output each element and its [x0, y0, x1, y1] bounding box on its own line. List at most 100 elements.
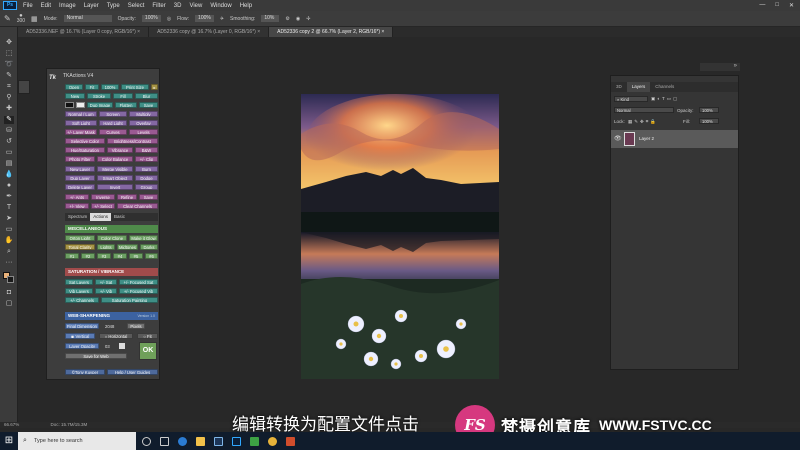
doc-tab-3[interactable]: AD52336 copy 2 @ 66.7% (Layer 2, RGB/16*… [269, 27, 394, 37]
dodge-tool-icon[interactable]: ● [4, 182, 14, 190]
quick-select-tool-icon[interactable]: ✎ [4, 72, 14, 80]
tk-screen-button[interactable]: Screen [99, 111, 127, 117]
tk-hue-saturation-button[interactable]: Hue/Saturation [65, 147, 105, 153]
clone-stamp-tool-icon[interactable]: ⛁ [4, 127, 14, 135]
tk-black-swatch[interactable] [65, 102, 74, 108]
menu-filter[interactable]: Filter [148, 3, 169, 9]
doc-tab-2[interactable]: AD52336 copy @ 16.7% (Layer 0, RGB/16*) … [149, 27, 270, 37]
close-button[interactable]: ✕ [789, 2, 794, 9]
tk-layer-opacity-value[interactable]: 03 [105, 344, 110, 349]
tk-bw-button[interactable]: B&W [135, 147, 158, 153]
tk-flatten-button[interactable]: Flatten [115, 102, 137, 108]
tk-focused-vib-button[interactable]: +/- Focused Vib [119, 288, 158, 294]
lightroom-icon[interactable] [210, 432, 226, 450]
tk-fit-radio[interactable]: ○ Fit [137, 333, 158, 339]
crop-tool-icon[interactable]: ⌗ [4, 83, 14, 91]
tk-lights-button[interactable]: Lights [97, 244, 115, 250]
tab-3d[interactable]: 3D [611, 82, 627, 92]
tk-smart-object-button[interactable]: Smart Object [97, 175, 133, 181]
tk-ants-button[interactable]: +/- Ants [65, 194, 89, 200]
tk-open-button[interactable]: Open [65, 84, 83, 90]
tk-pixels-button[interactable]: Pixels [127, 323, 145, 329]
tk-fit-button[interactable]: Fit [85, 84, 99, 90]
flow-input[interactable]: 100% [195, 15, 214, 22]
pressure-opacity-icon[interactable]: ◎ [167, 16, 171, 22]
tk-tab-actions[interactable]: Actions [90, 213, 112, 221]
tk-clear-channels-button[interactable]: Clear Channels [117, 203, 158, 209]
tk-hard-light-button[interactable]: Hard Light [99, 120, 127, 126]
layer-opacity-input[interactable]: 100% [699, 107, 719, 113]
tk-preset-5-button[interactable]: #5 [129, 253, 143, 259]
tk-color-balance-button[interactable]: Color Balance [97, 156, 133, 162]
tk-group-button[interactable]: Group [135, 184, 158, 190]
tk-stroke-button[interactable]: Stroke [87, 93, 111, 99]
tk-100-button[interactable]: 100% [101, 84, 119, 90]
tk-layer-mask-button[interactable]: +/- Layer Mask [65, 129, 97, 135]
tk-tab-basic[interactable]: Basic [111, 213, 128, 221]
file-explorer-icon[interactable] [192, 432, 208, 450]
tk-save-for-web-button[interactable]: Save for Web [65, 353, 127, 359]
menu-edit[interactable]: Edit [37, 3, 55, 9]
tk-preset-1-button[interactable]: #1 [65, 253, 79, 259]
tk-photo-filter-button[interactable]: Photo Filter [65, 156, 95, 162]
marquee-tool-icon[interactable]: ⬚ [4, 50, 14, 58]
brush-preset-picker[interactable]: ● 300 [17, 13, 25, 24]
lasso-tool-icon[interactable]: ➰ [4, 61, 14, 69]
menu-help[interactable]: Help [236, 3, 256, 9]
tk-channels-button[interactable]: +/- Channels [65, 297, 99, 303]
tk-vib-layers-button[interactable]: Vib Layers [65, 288, 93, 294]
tk-sat-layers-button[interactable]: Sat Layers [65, 279, 93, 285]
tk-save-selection-button[interactable]: Save [139, 194, 158, 200]
menu-select[interactable]: Select [124, 3, 149, 9]
background-color-swatch[interactable] [7, 276, 14, 283]
tk-new-layer-button[interactable]: New Layer [65, 166, 95, 172]
blur-tool-icon[interactable]: 💧 [4, 171, 14, 179]
tk-more-button[interactable]: ▸ [151, 84, 158, 90]
tk-tab-spectrum[interactable]: Spectrum [65, 213, 90, 221]
tk-midtones-button[interactable]: Midtones [117, 244, 138, 250]
menu-image[interactable]: Image [55, 3, 80, 9]
brush-tool-icon[interactable]: ✎ [4, 116, 14, 124]
healing-tool-icon[interactable]: ✚ [4, 105, 14, 113]
menu-type[interactable]: Type [103, 3, 124, 9]
tk-tonal-clarity-button[interactable]: Tonal Clarity [65, 244, 95, 250]
tk-view-button[interactable]: +/- View [65, 203, 89, 209]
airbrush-icon[interactable]: ✈ [220, 16, 224, 22]
lock-icons[interactable]: ▦✎✥⌗🔒 [628, 119, 658, 125]
windows-start-icon[interactable]: ⊞ [0, 432, 18, 450]
menu-view[interactable]: View [185, 3, 206, 9]
layer-filter-icons[interactable]: ▣◐T▭▢ [651, 96, 679, 102]
quick-mask-icon[interactable]: ◘ [4, 289, 14, 297]
tk-select-button[interactable]: +/- Select [91, 203, 115, 209]
tk-fill-button[interactable]: Fill [113, 93, 133, 99]
smoothing-input[interactable]: 10% [261, 15, 280, 22]
tk-white-swatch[interactable] [76, 102, 85, 108]
gear-icon[interactable]: ⚙ [285, 16, 289, 22]
more-tools-icon[interactable]: ··· [4, 259, 14, 267]
collapsed-panel-icon[interactable] [18, 80, 30, 94]
tk-preset-4-button[interactable]: #4 [113, 253, 127, 259]
tk-normal-lum-button[interactable]: Normal / Lum [65, 111, 97, 117]
taskbar-search[interactable]: ⌕ Type here to search [18, 432, 136, 450]
tk-save-button[interactable]: Save [139, 102, 158, 108]
document-canvas[interactable] [301, 94, 499, 379]
app-icon[interactable] [282, 432, 298, 450]
zoom-tool-icon[interactable]: ⌕ [4, 248, 14, 256]
tk-print-size-button[interactable]: Print Size [121, 84, 149, 90]
tk-invert-button[interactable]: Invert [97, 184, 133, 190]
photoshop-taskbar-icon[interactable] [228, 432, 244, 450]
tk-help-button[interactable]: Help / User Guides [107, 369, 158, 375]
brush-tool-icon[interactable]: ✎ [4, 14, 11, 23]
tk-new-button[interactable]: New [65, 93, 85, 99]
menu-layer[interactable]: Layer [80, 3, 103, 9]
tk-burn-button[interactable]: Burn [135, 166, 158, 172]
mic-icon[interactable] [138, 432, 154, 450]
tk-levels-button[interactable]: Levels [129, 129, 158, 135]
tk-orton-light-button[interactable]: Orton Light [65, 235, 95, 241]
hand-tool-icon[interactable]: ✋ [4, 237, 14, 245]
menu-file[interactable]: File [19, 3, 37, 9]
tk-inverse-button[interactable]: Inverse [91, 194, 115, 200]
tk-darks-button[interactable]: Darks [140, 244, 158, 250]
chrome-icon[interactable] [264, 432, 280, 450]
tk-sat-button[interactable]: +/- Sat [95, 279, 117, 285]
